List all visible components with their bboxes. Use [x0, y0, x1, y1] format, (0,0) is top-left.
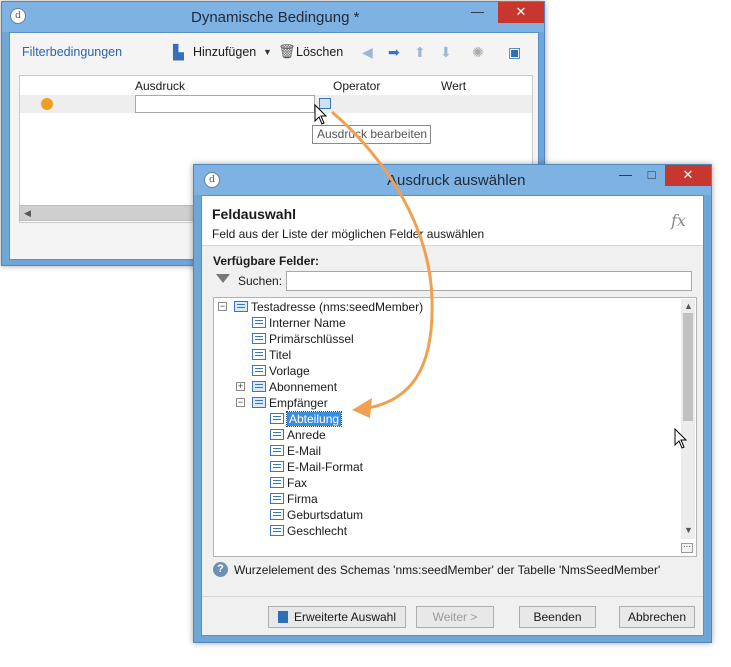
- annotation-arrow: [331, 110, 434, 418]
